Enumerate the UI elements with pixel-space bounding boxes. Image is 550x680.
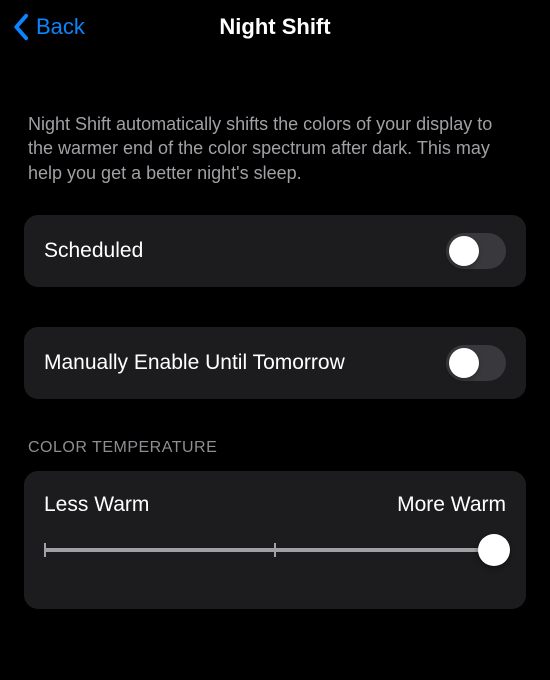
chevron-left-icon (12, 13, 29, 41)
manual-enable-row[interactable]: Manually Enable Until Tomorrow (24, 327, 526, 399)
slider-tick (274, 543, 276, 557)
color-temperature-header: COLOR TEMPERATURE (24, 439, 526, 457)
toggle-thumb (449, 348, 479, 378)
slider-max-label: More Warm (397, 493, 506, 517)
manual-enable-label: Manually Enable Until Tomorrow (44, 351, 345, 375)
color-temperature-slider[interactable] (44, 535, 506, 565)
feature-description: Night Shift automatically shifts the col… (24, 112, 526, 185)
page-title: Night Shift (219, 14, 330, 40)
scheduled-toggle[interactable] (446, 233, 506, 269)
slider-tick (44, 543, 46, 557)
scheduled-row[interactable]: Scheduled (24, 215, 526, 287)
manual-enable-toggle[interactable] (446, 345, 506, 381)
scheduled-label: Scheduled (44, 239, 143, 263)
slider-min-label: Less Warm (44, 493, 149, 517)
slider-thumb[interactable] (478, 534, 510, 566)
color-temperature-card: Less Warm More Warm (24, 471, 526, 609)
back-label: Back (36, 14, 85, 40)
slider-track (44, 548, 506, 552)
navigation-bar: Back Night Shift (0, 0, 550, 54)
toggle-thumb (449, 236, 479, 266)
back-button[interactable]: Back (12, 13, 85, 41)
